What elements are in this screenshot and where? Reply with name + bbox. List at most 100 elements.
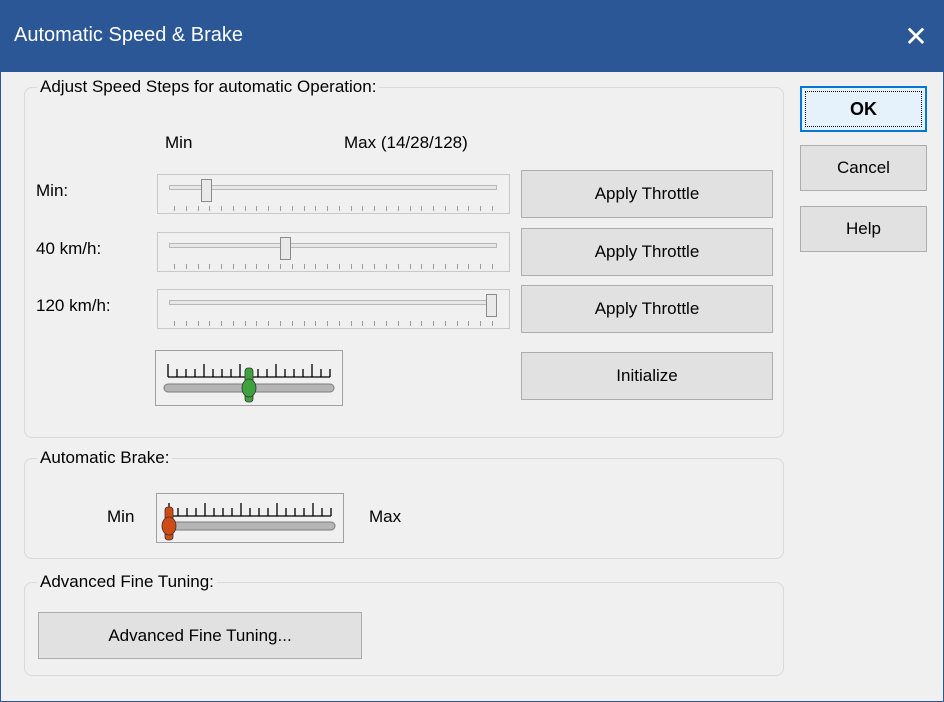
fine-tuning-group-title: Advanced Fine Tuning: bbox=[37, 572, 217, 592]
slider-tick bbox=[433, 206, 435, 211]
apply-throttle-label: Apply Throttle bbox=[594, 299, 700, 318]
slider-tick bbox=[327, 264, 329, 269]
slider-tick bbox=[386, 264, 387, 269]
apply-throttle-min-button[interactable]: Apply Throttle bbox=[521, 170, 773, 218]
slider-tick bbox=[315, 264, 317, 269]
slider-tick bbox=[421, 264, 423, 269]
slider-tick bbox=[221, 321, 223, 326]
slider-tick bbox=[174, 264, 175, 269]
apply-throttle-120-button[interactable]: Apply Throttle bbox=[521, 285, 773, 333]
slider-tick bbox=[197, 264, 199, 269]
slider-tick bbox=[421, 321, 423, 326]
slider-tick bbox=[456, 264, 458, 269]
speed-row-label: 40 km/h: bbox=[36, 239, 102, 258]
slider-tick bbox=[397, 321, 399, 326]
slider-tick bbox=[362, 264, 364, 269]
slider-tick bbox=[456, 206, 458, 211]
apply-throttle-40-button[interactable]: Apply Throttle bbox=[521, 228, 773, 276]
brake-slider-graphic bbox=[161, 503, 336, 541]
slider-tick bbox=[409, 264, 411, 269]
slider-tick bbox=[256, 206, 258, 211]
slider-tick bbox=[244, 206, 246, 211]
slider-thumb[interactable] bbox=[200, 179, 212, 202]
slider-tick bbox=[350, 264, 352, 269]
slider-tick bbox=[338, 206, 340, 211]
slider-tick bbox=[350, 321, 352, 326]
slider-tick bbox=[268, 206, 270, 211]
slider-tick bbox=[397, 264, 399, 269]
speed-slider-120[interactable] bbox=[157, 289, 510, 329]
slider-thumb[interactable] bbox=[279, 237, 291, 260]
ok-button[interactable]: OK bbox=[800, 86, 927, 132]
slider-tick bbox=[303, 321, 305, 326]
slider-ticks bbox=[174, 206, 493, 211]
speed-steps-group-title: Adjust Speed Steps for automatic Operati… bbox=[37, 77, 380, 97]
slider-tick bbox=[480, 206, 482, 211]
title-bar[interactable]: Automatic Speed & Brake ✕ bbox=[1, 0, 944, 72]
slider-thumb[interactable] bbox=[486, 294, 497, 317]
slider-track bbox=[169, 185, 497, 190]
slider-tick bbox=[327, 321, 329, 326]
slider-tick bbox=[397, 206, 399, 211]
brake-max-label: Max bbox=[369, 507, 402, 526]
brake-slider[interactable] bbox=[156, 493, 344, 543]
slider-tick bbox=[174, 321, 175, 326]
slider-tick bbox=[185, 264, 187, 269]
slider-tick bbox=[386, 206, 387, 211]
slider-tick bbox=[315, 321, 317, 326]
apply-throttle-label: Apply Throttle bbox=[594, 184, 700, 203]
cancel-button[interactable]: Cancel bbox=[800, 145, 927, 191]
initialize-button-label: Initialize bbox=[616, 366, 678, 385]
slider-tick bbox=[244, 321, 246, 326]
slider-tick bbox=[291, 206, 293, 211]
slider-tick bbox=[185, 321, 187, 326]
slider-tick bbox=[350, 206, 352, 211]
slider-tick bbox=[280, 206, 281, 211]
slider-tick bbox=[444, 321, 446, 326]
slider-tick bbox=[362, 206, 364, 211]
slider-tick bbox=[421, 206, 423, 211]
slider-track bbox=[169, 300, 497, 305]
acceleration-slider-graphic bbox=[163, 364, 335, 403]
slider-track bbox=[169, 243, 497, 248]
initialize-button[interactable]: Initialize bbox=[521, 352, 773, 400]
acceleration-slider[interactable] bbox=[155, 350, 343, 406]
slider-tick bbox=[197, 321, 199, 326]
close-icon[interactable]: ✕ bbox=[887, 0, 944, 72]
help-button[interactable]: Help bbox=[800, 206, 927, 252]
max-column-header: Max (14/28/128) bbox=[344, 133, 468, 152]
automatic-brake-group bbox=[24, 458, 784, 559]
speed-row-label: 120 km/h: bbox=[36, 296, 111, 315]
slider-ticks bbox=[174, 264, 493, 269]
window-title: Automatic Speed & Brake bbox=[14, 24, 244, 46]
slider-tick bbox=[268, 264, 270, 269]
slider-tick bbox=[256, 321, 258, 326]
slider-tick bbox=[280, 321, 281, 326]
slider-tick bbox=[232, 264, 234, 269]
slider-tick bbox=[209, 264, 211, 269]
slider-tick bbox=[433, 264, 435, 269]
automatic-brake-group-title: Automatic Brake: bbox=[37, 448, 173, 468]
slider-tick bbox=[232, 206, 234, 211]
advanced-fine-tuning-button-label: Advanced Fine Tuning... bbox=[108, 625, 292, 645]
slider-tick bbox=[386, 321, 387, 326]
slider-tick bbox=[209, 321, 211, 326]
slider-ticks bbox=[174, 321, 493, 326]
slider-tick bbox=[221, 264, 223, 269]
dialog-window: Automatic Speed & Brake ✕ OK Cancel Help… bbox=[0, 0, 944, 702]
speed-slider-40[interactable] bbox=[157, 232, 510, 272]
slider-tick bbox=[280, 264, 281, 269]
slider-tick bbox=[492, 206, 493, 211]
ok-button-label: OK bbox=[850, 98, 877, 119]
advanced-fine-tuning-button[interactable]: Advanced Fine Tuning... bbox=[38, 612, 362, 659]
slider-tick bbox=[409, 321, 411, 326]
slider-tick bbox=[303, 206, 305, 211]
mini-slider-knob bbox=[241, 378, 257, 398]
apply-throttle-label: Apply Throttle bbox=[594, 242, 700, 261]
slider-tick bbox=[456, 321, 458, 326]
min-column-header: Min bbox=[165, 133, 193, 152]
slider-tick bbox=[433, 321, 435, 326]
slider-tick bbox=[444, 206, 446, 211]
slider-tick bbox=[291, 321, 293, 326]
speed-slider-min[interactable] bbox=[157, 174, 510, 214]
